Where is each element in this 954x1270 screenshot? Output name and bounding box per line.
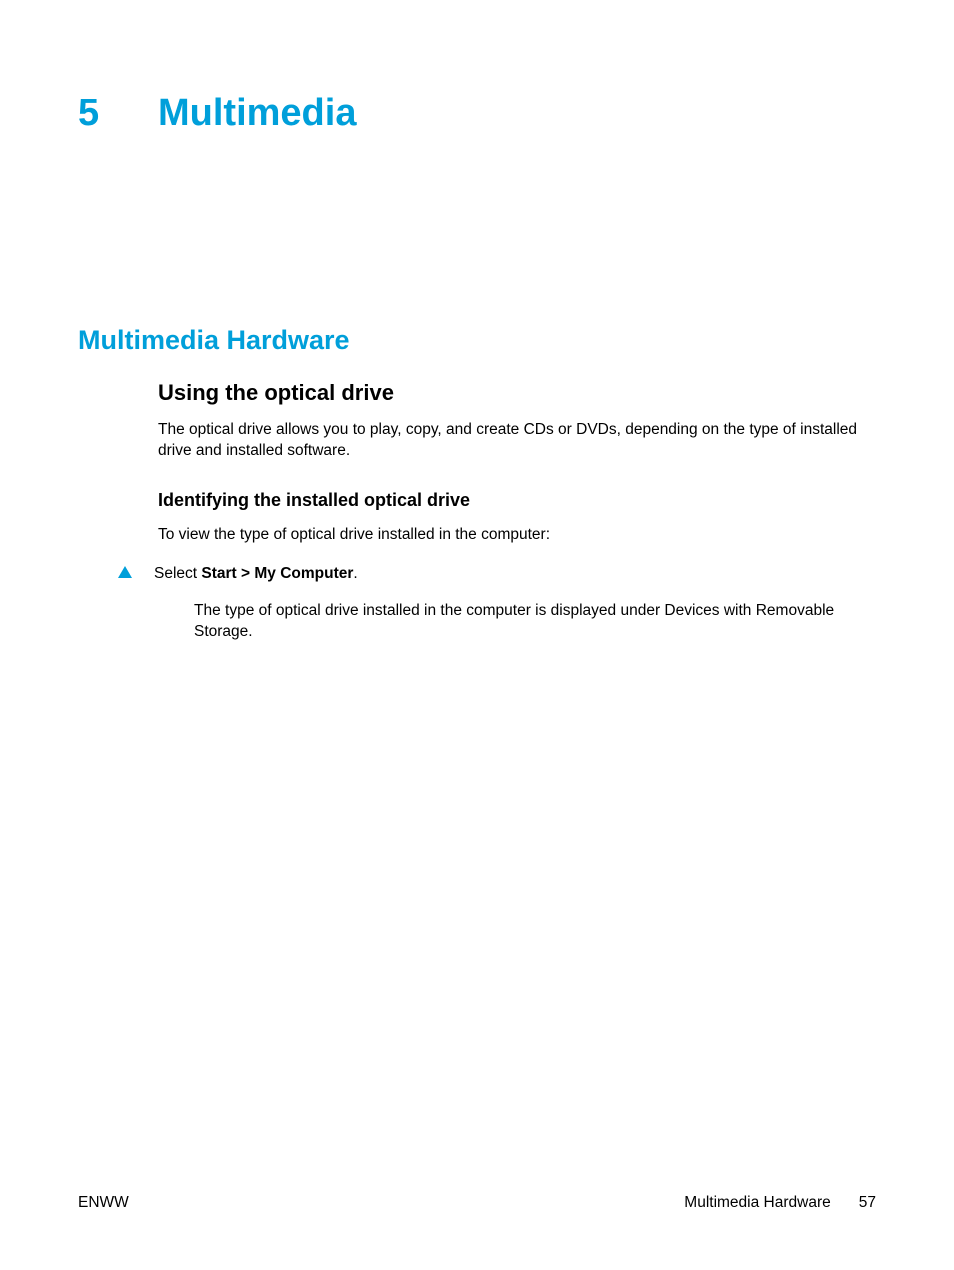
subsection-body: The optical drive allows you to play, co… <box>158 420 876 462</box>
section-heading: Multimedia Hardware <box>78 325 876 356</box>
footer-section: Multimedia Hardware <box>684 1194 830 1212</box>
step-row: Select Start > My Computer. The type of … <box>118 564 876 643</box>
subsubsection-heading: Identifying the installed optical drive <box>158 490 876 511</box>
footer-left: ENWW <box>78 1194 129 1212</box>
footer-page-number: 57 <box>859 1194 876 1212</box>
step-prefix: Select <box>154 565 201 582</box>
chapter-title: Multimedia <box>158 92 356 135</box>
chapter-heading: 5 Multimedia <box>78 92 876 135</box>
subsection-heading: Using the optical drive <box>158 380 876 406</box>
triangle-up-icon <box>118 566 132 578</box>
step-text: Select Start > My Computer. <box>154 564 876 585</box>
step-content: Select Start > My Computer. The type of … <box>154 564 876 643</box>
page-footer: ENWW Multimedia Hardware 57 <box>78 1194 876 1212</box>
chapter-number: 5 <box>78 92 158 135</box>
footer-right: Multimedia Hardware 57 <box>684 1194 876 1212</box>
subsubsection-body: To view the type of optical drive instal… <box>158 525 876 546</box>
document-page: 5 Multimedia Multimedia Hardware Using t… <box>0 0 954 1270</box>
step-bold: Start > My Computer <box>201 565 353 582</box>
content-block: Using the optical drive The optical driv… <box>158 380 876 643</box>
step-suffix: . <box>353 565 357 582</box>
step-detail: The type of optical drive installed in t… <box>194 601 876 643</box>
